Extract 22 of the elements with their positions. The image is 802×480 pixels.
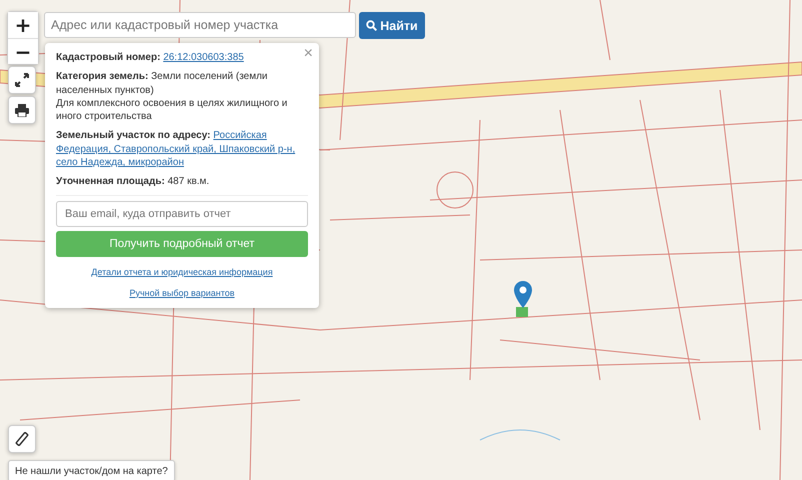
print-icon [15, 104, 29, 116]
search-icon [366, 20, 378, 31]
close-button[interactable]: × [304, 45, 313, 63]
field-link[interactable]: 26:12:030603:385 [163, 52, 244, 63]
popup-link[interactable]: Ручной выбор вариантов [129, 288, 235, 300]
fullscreen-button[interactable] [8, 66, 36, 94]
popup-link[interactable]: Детали отчета и юридическая информация [91, 266, 273, 279]
expand-icon [15, 73, 29, 87]
find-button[interactable]: Найти [359, 12, 425, 39]
ruler-button[interactable] [8, 425, 36, 453]
field-text: Категория земель: Земли поселений (земли населенных пунктов) [56, 70, 269, 97]
zoom-out-button[interactable]: − [8, 38, 38, 64]
field-label: Кадастровый номер: [56, 52, 160, 63]
not-found-button[interactable]: Не нашли участок/дом на карте? [8, 460, 175, 480]
ruler-icon [15, 432, 29, 446]
field-text: Уточненная площадь: 487 кв.м. [56, 175, 210, 189]
print-button[interactable] [8, 96, 36, 124]
email-field[interactable]: Ваш email, куда отправить отчет [56, 200, 308, 227]
search-field[interactable]: Адрес или кадастровый номер участка [44, 12, 356, 38]
zoom-in-button[interactable]: + [8, 12, 38, 38]
address-text: Земельный участок по адресу: Российская Федерация, Ставропольский край, Шпаковский р-н, село Надежда, микрорайон [56, 129, 296, 170]
field-note: Для комплексного освоения в целях жилищного и иного строительства [56, 96, 288, 124]
